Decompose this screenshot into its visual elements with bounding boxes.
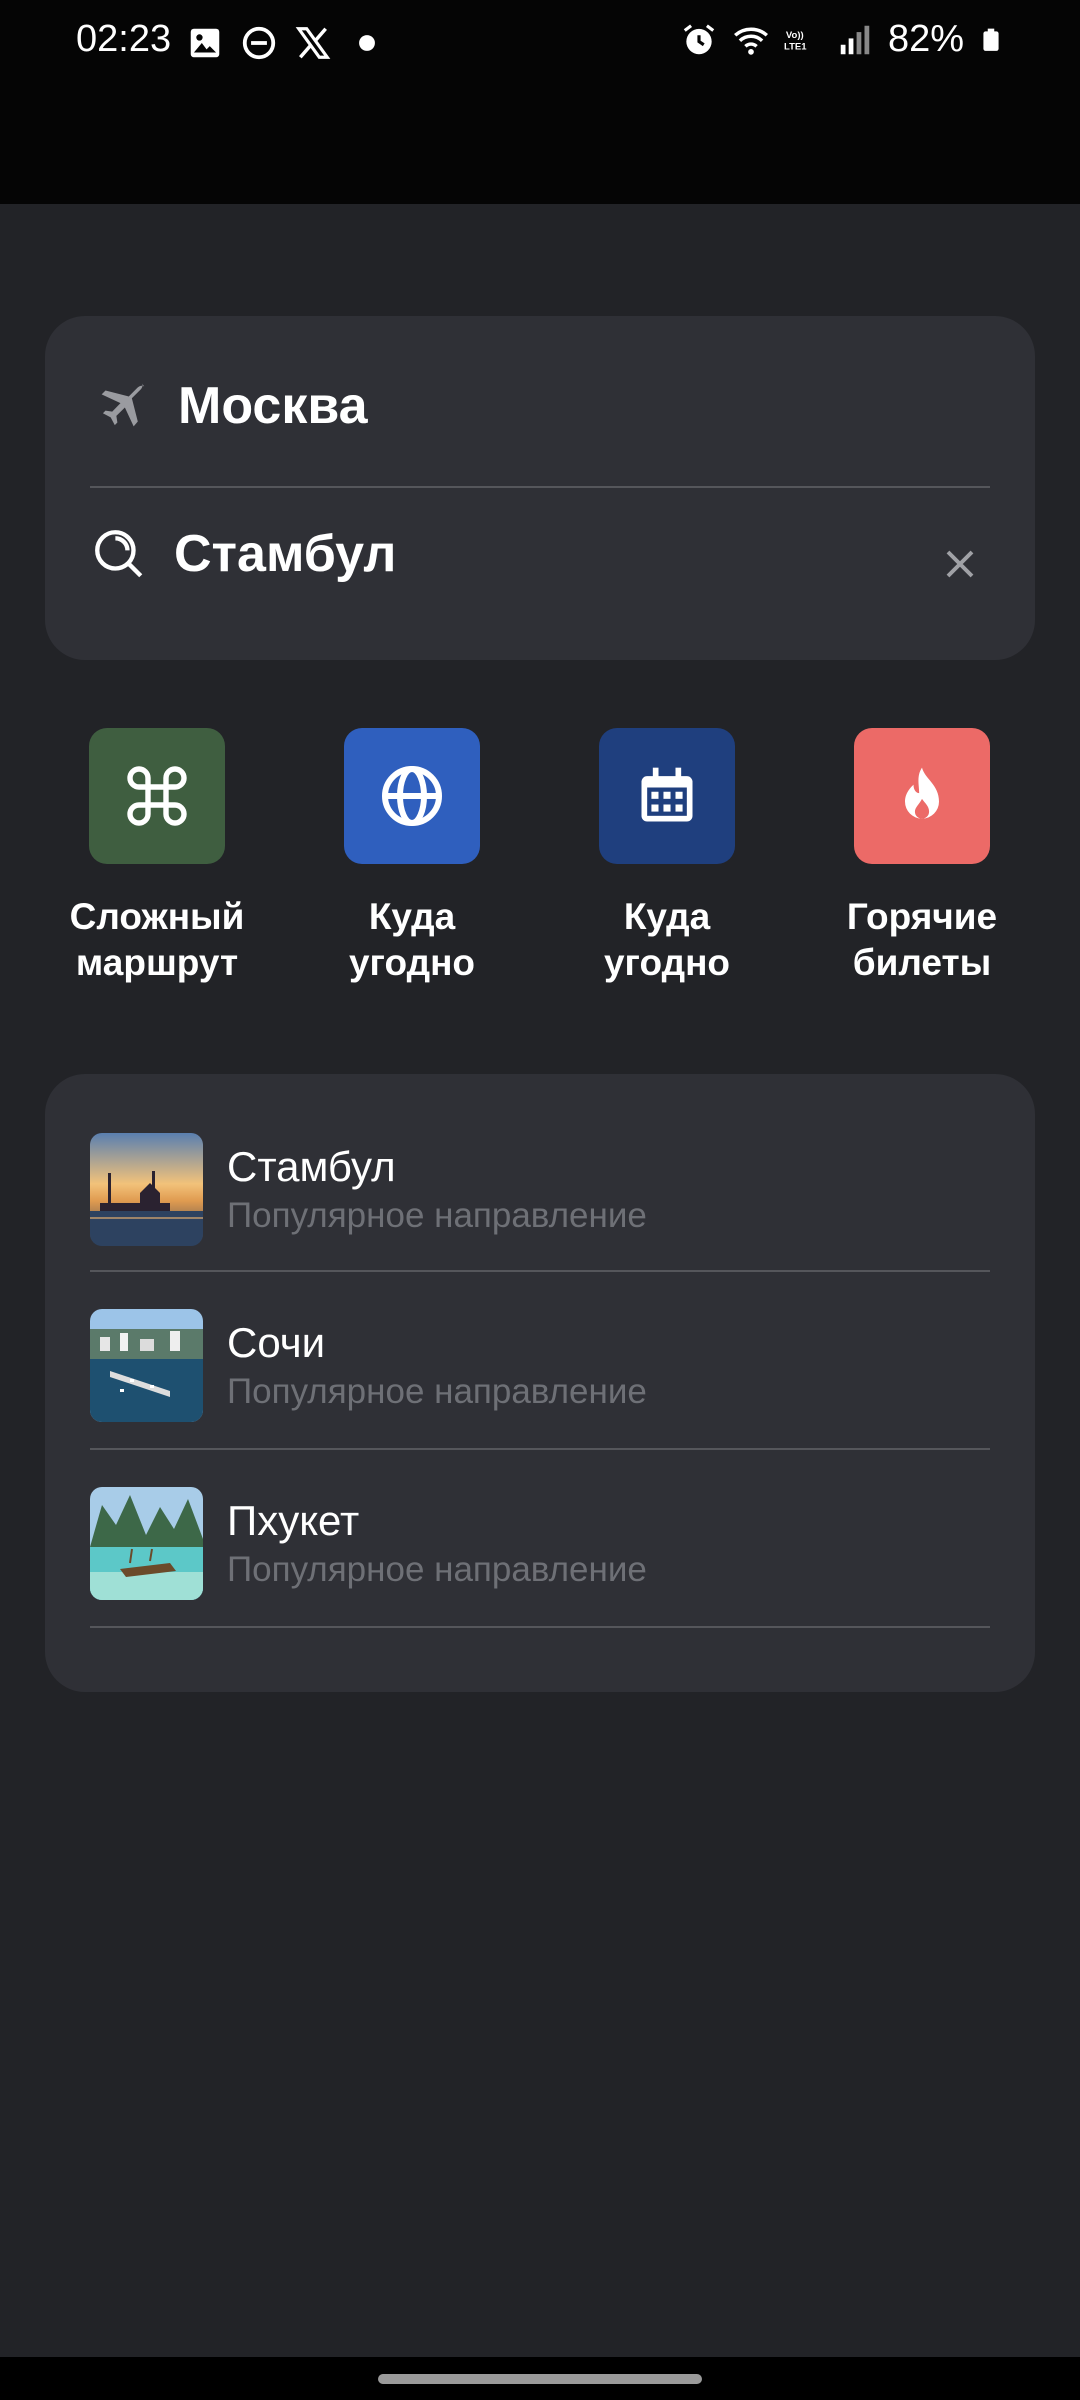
list-item[interactable]: Сочи Популярное направление (90, 1302, 990, 1428)
status-bar: 02:23 Vo)) LTE1 82% (0, 0, 1080, 204)
search-card: Москва Стамбул (45, 316, 1035, 660)
list-item[interactable]: Стамбул Популярное направление (90, 1126, 990, 1252)
destination-subtitle: Популярное направление (227, 1550, 647, 1589)
quick-action-tile (344, 728, 480, 864)
list-divider (90, 1448, 990, 1450)
search-divider (90, 486, 990, 488)
quick-action-anywhere[interactable]: Куда угодно (312, 728, 512, 986)
destination-title: Сочи (227, 1319, 326, 1366)
wifi-icon (733, 27, 768, 55)
close-icon (946, 550, 974, 578)
flame-icon (905, 767, 939, 819)
alarm-icon (683, 23, 715, 54)
destination-thumbnail (90, 1486, 203, 1600)
quick-action-anywhere-dates[interactable]: Куда угодно (567, 728, 767, 986)
quick-action-tile (854, 728, 990, 864)
globe-icon (382, 766, 442, 826)
destination-title: Пхукет (227, 1497, 360, 1544)
home-gesture-handle[interactable] (378, 2374, 702, 2384)
status-time: 02:23 (76, 18, 172, 60)
x-app-icon (295, 27, 331, 59)
destination-field[interactable]: Стамбул (90, 504, 990, 604)
plane-icon (101, 382, 145, 427)
list-divider (90, 1270, 990, 1272)
destination-thumbnail (90, 1308, 203, 1422)
volte-icon: Vo))LTE1 (784, 30, 807, 52)
quick-action-label: Сложный маршрут (69, 896, 245, 983)
notification-icons (186, 24, 386, 62)
calendar-icon (641, 767, 693, 822)
command-icon (127, 766, 187, 826)
suggestions-card: Стамбул Популярное направление Сочи Попу… (45, 1074, 1035, 1692)
destination-thumbnail (90, 1132, 203, 1246)
list-divider (90, 1626, 990, 1628)
navigation-bar (0, 2357, 1080, 2400)
origin-field[interactable]: Москва (90, 356, 990, 456)
search-icon (95, 530, 143, 578)
quick-action-complex-route[interactable]: Сложный маршрут (57, 728, 257, 986)
battery-percent: 82% (887, 18, 964, 60)
svg-text:Vo)): Vo)) (786, 30, 804, 41)
destination-value: Стамбул (174, 525, 397, 583)
svg-text:LTE1: LTE1 (784, 41, 807, 52)
quick-action-hot-tickets[interactable]: Горячие билеты (822, 728, 1022, 986)
clear-button[interactable] (930, 534, 990, 594)
quick-action-tile (89, 728, 225, 864)
destination-subtitle: Популярное направление (227, 1372, 647, 1411)
destination-subtitle: Популярное направление (227, 1196, 647, 1235)
quick-action-label: Куда угодно (348, 896, 476, 983)
destination-title: Стамбул (227, 1143, 396, 1190)
signal-icon (840, 25, 870, 54)
do-not-disturb-icon (242, 26, 276, 60)
system-icons: Vo)) LTE1 82% (680, 18, 1004, 61)
quick-action-label: Куда угодно (603, 896, 731, 983)
dot-icon (359, 35, 375, 51)
origin-value: Москва (178, 377, 368, 435)
quick-action-tile (599, 728, 735, 864)
list-item[interactable]: Пхукет Популярное направление (90, 1480, 990, 1606)
gallery-icon (190, 28, 220, 58)
quick-action-label: Горячие билеты (846, 896, 998, 983)
battery-icon (983, 28, 999, 51)
